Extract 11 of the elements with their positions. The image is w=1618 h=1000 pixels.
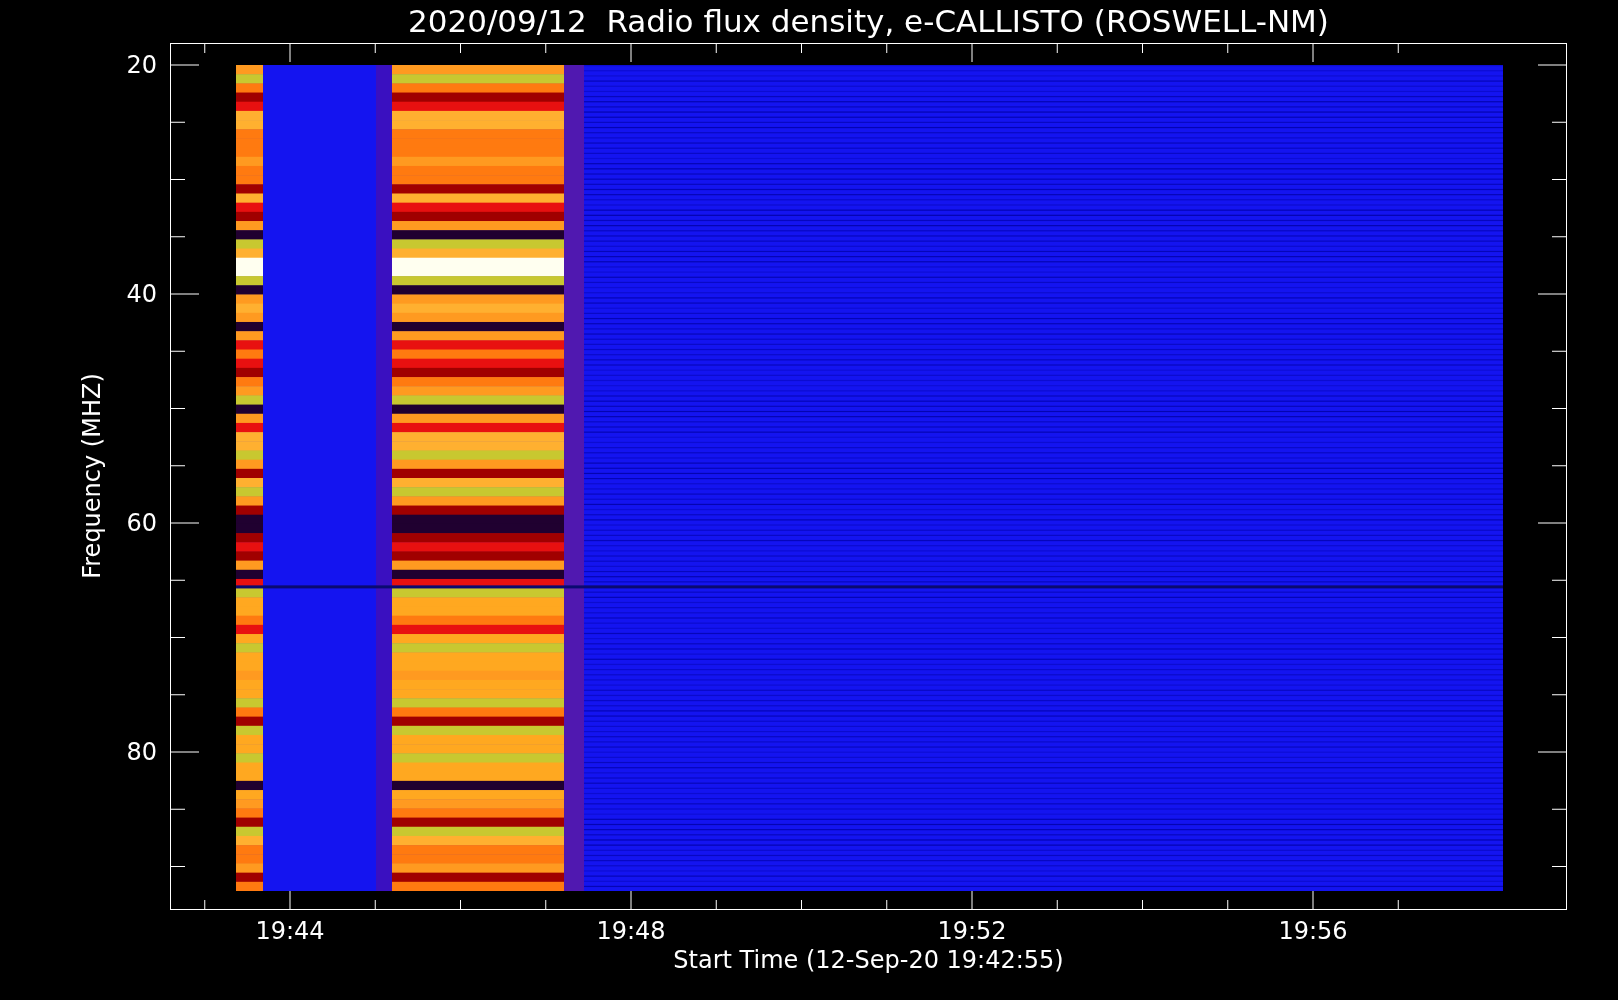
y-axis-label: Frequency (MHZ): [78, 373, 106, 579]
y-tick-label: 80: [126, 738, 157, 766]
y-tick-label: 40: [126, 280, 157, 308]
x-tick-label: 19:44: [255, 917, 325, 945]
x-axis-label: Start Time (12-Sep-20 19:42:55): [672, 946, 1065, 974]
x-tick-label: 19:56: [1278, 917, 1348, 945]
x-tick-label: 19:52: [937, 917, 1007, 945]
y-tick-label: 60: [126, 509, 157, 537]
chart-title: 2020/09/12 Radio flux density, e-CALLISTO (ROSWELL-NM): [407, 2, 1330, 41]
y-tick-label: 20: [126, 51, 157, 79]
x-tick-label: 19:48: [596, 917, 666, 945]
